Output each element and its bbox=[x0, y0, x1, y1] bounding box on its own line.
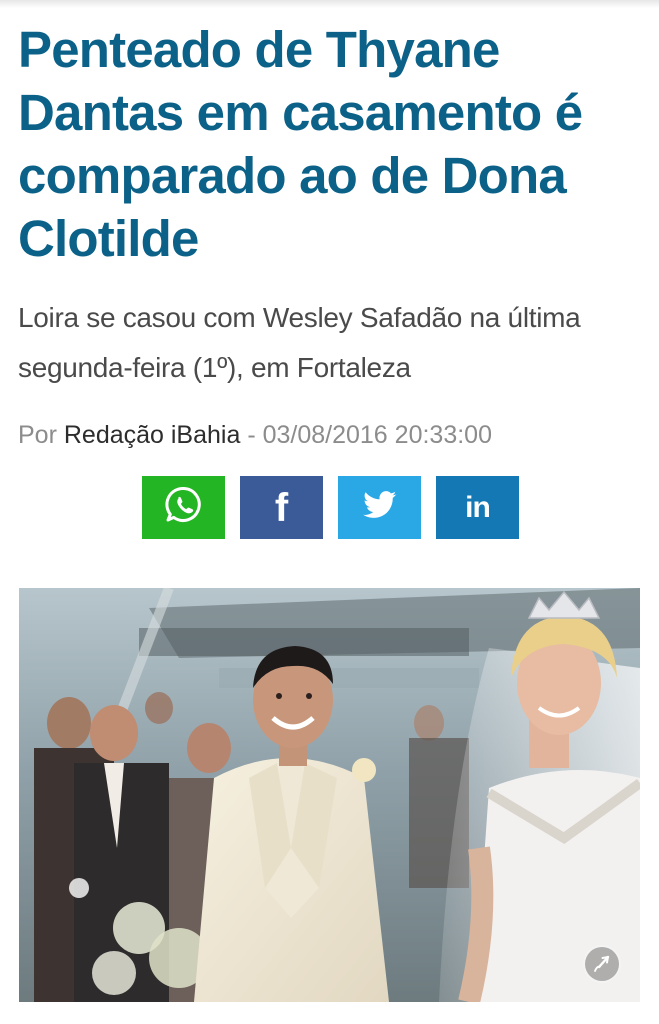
byline-separator: - bbox=[240, 421, 263, 449]
share-linkedin-button[interactable]: in bbox=[436, 476, 519, 539]
expand-photo-button[interactable] bbox=[583, 945, 621, 983]
linkedin-icon: in bbox=[465, 490, 491, 524]
share-whatsapp-button[interactable] bbox=[142, 476, 225, 539]
wedding-photo-illustration bbox=[19, 588, 640, 1002]
expand-icon bbox=[592, 954, 612, 974]
facebook-icon: f bbox=[274, 485, 289, 530]
article-photo[interactable] bbox=[19, 588, 640, 1002]
share-twitter-button[interactable] bbox=[338, 476, 421, 539]
byline-author[interactable]: Redação iBahia bbox=[64, 421, 241, 449]
share-bar: f in bbox=[142, 476, 519, 539]
share-facebook-button[interactable]: f bbox=[240, 476, 323, 539]
article-subtitle: Loira se casou com Wesley Safadão na últ… bbox=[18, 302, 581, 383]
article-headline: Penteado de Thyane Dantas em casamento é… bbox=[18, 21, 583, 267]
twitter-icon bbox=[362, 491, 397, 524]
whatsapp-icon bbox=[164, 485, 204, 530]
top-divider bbox=[0, 0, 659, 8]
byline-prefix: Por bbox=[18, 421, 64, 449]
article-byline: Por Redação iBahia - 03/08/2016 20:33:00 bbox=[18, 417, 638, 453]
byline-datetime: 03/08/2016 20:33:00 bbox=[262, 421, 492, 449]
